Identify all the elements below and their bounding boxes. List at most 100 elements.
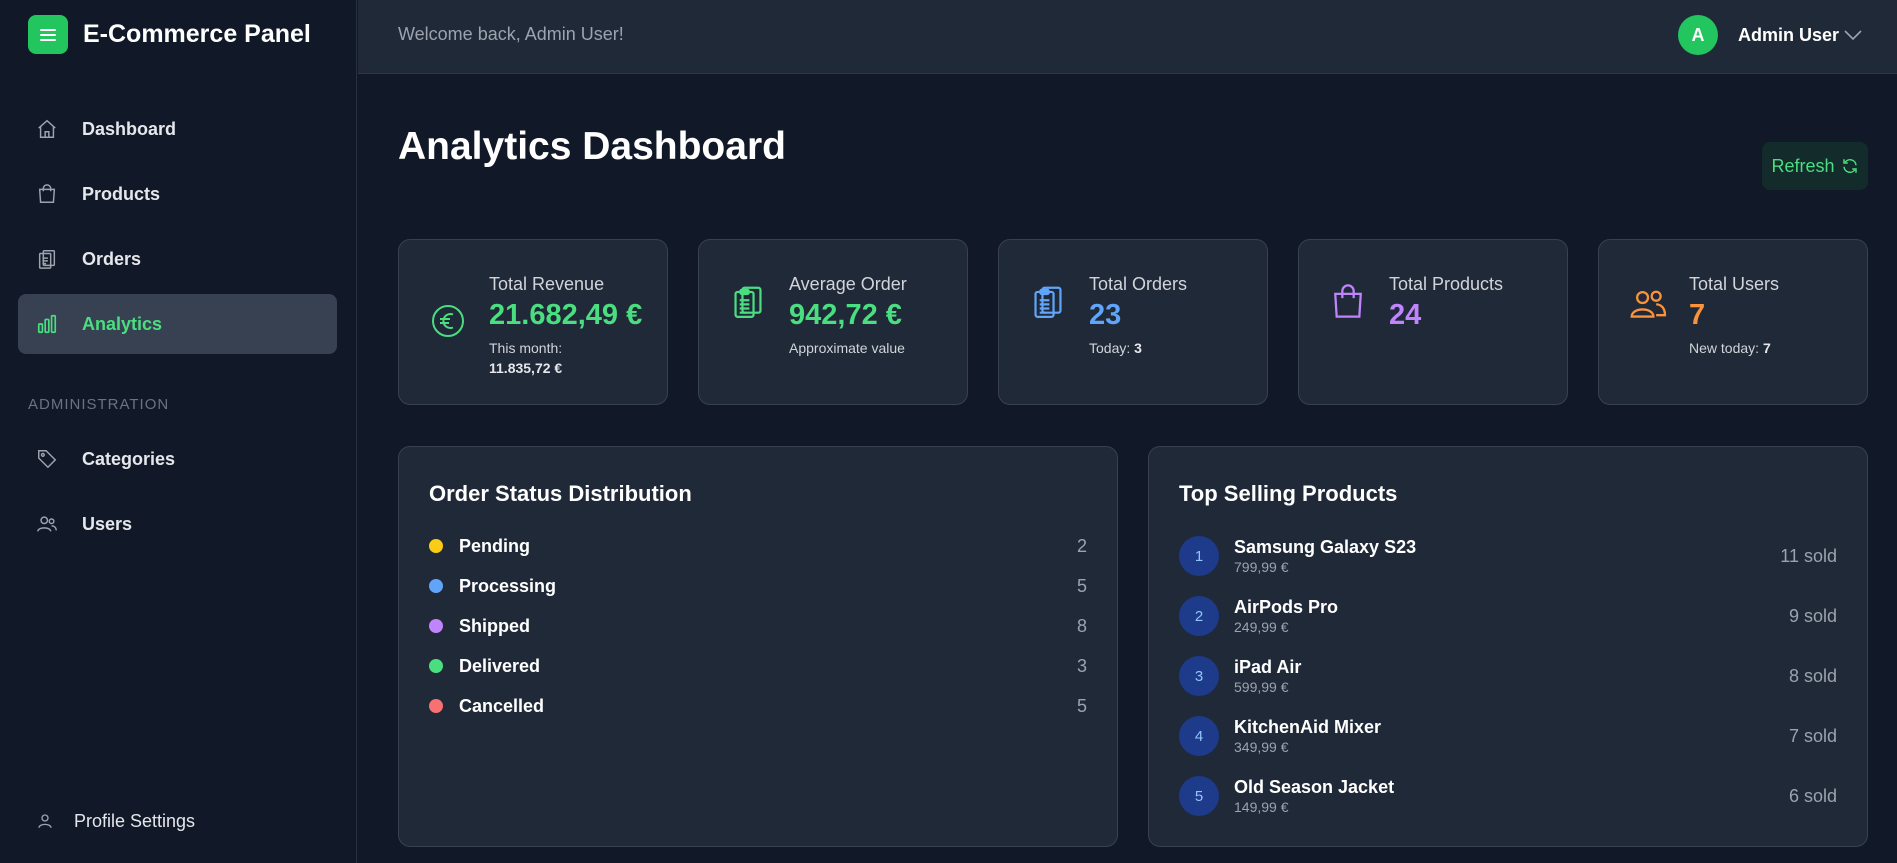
status-dot: [429, 659, 443, 673]
sidebar: E-Commerce Panel Dashboard Products Orde…: [0, 0, 357, 863]
product-info: iPad Air 599,99 €: [1234, 656, 1789, 696]
sidebar-item-label: Categories: [82, 448, 176, 469]
product-name: AirPods Pro: [1234, 597, 1339, 617]
bar-chart-icon: [34, 311, 60, 337]
clipboard-icon: [1029, 284, 1067, 322]
chevron-down-icon: [1843, 29, 1863, 41]
product-price: 349,99 €: [1234, 739, 1289, 755]
euro-icon: [429, 302, 467, 340]
status-row-shipped: Shipped 8: [429, 611, 1087, 641]
status-row-pending: Pending 2: [429, 531, 1087, 561]
sidebar-item-analytics[interactable]: Analytics: [18, 294, 337, 354]
product-name: Old Season Jacket: [1234, 777, 1395, 797]
stat-label: Total Orders: [1089, 274, 1188, 294]
stat-sub-prefix: New today:: [1689, 340, 1760, 356]
profile-settings-link[interactable]: Profile Settings: [34, 810, 195, 832]
product-price: 599,99 €: [1234, 679, 1289, 695]
admin-nav: Categories Users: [18, 429, 337, 559]
rank-badge: 3: [1179, 656, 1219, 696]
top-header: Welcome back, Admin User! A Admin User: [358, 0, 1897, 74]
product-sold: 11 sold: [1780, 545, 1837, 566]
rank-badge: 4: [1179, 716, 1219, 756]
product-row: 2 AirPods Pro 249,99 € 9 sold: [1179, 593, 1837, 639]
profile-settings-label: Profile Settings: [74, 810, 196, 831]
product-price: 249,99 €: [1234, 619, 1289, 635]
stat-value: 942,72 €: [789, 299, 902, 331]
status-row-processing: Processing 5: [429, 571, 1087, 601]
product-info: Samsung Galaxy S23 799,99 €: [1234, 536, 1780, 576]
stat-sub-value: 7: [1762, 340, 1771, 356]
refresh-button[interactable]: Refresh: [1762, 142, 1868, 190]
status-count: 5: [1076, 575, 1087, 596]
rank-badge: 5: [1179, 776, 1219, 816]
sidebar-item-users[interactable]: Users: [18, 494, 337, 554]
product-price: 799,99 €: [1234, 559, 1289, 575]
sidebar-item-label: Dashboard: [82, 118, 177, 139]
stat-sub: Approximate value: [789, 338, 905, 358]
page-title: Analytics Dashboard: [398, 125, 786, 168]
product-info: Old Season Jacket 149,99 €: [1234, 776, 1789, 816]
user-menu[interactable]: A Admin User: [1677, 15, 1863, 55]
status-count: 5: [1076, 695, 1087, 716]
stat-value: 7: [1689, 299, 1706, 331]
product-name: iPad Air: [1234, 657, 1302, 677]
stat-value: 23: [1089, 299, 1122, 331]
section-title-administration: ADMINISTRATION: [28, 396, 170, 413]
product-row: 5 Old Season Jacket 149,99 € 6 sold: [1179, 773, 1837, 819]
stat-label: Average Order: [789, 274, 907, 294]
menu-icon[interactable]: [28, 15, 68, 54]
product-name: Samsung Galaxy S23: [1234, 537, 1417, 557]
shopping-bag-icon: [1329, 282, 1367, 320]
status-dot: [429, 579, 443, 593]
avatar: A: [1677, 15, 1718, 55]
users-icon: [1629, 284, 1667, 322]
status-count: 3: [1076, 655, 1087, 676]
clipboard-icon: [729, 284, 767, 322]
stat-sub: Today: 3: [1089, 338, 1142, 358]
rank-badge: 1: [1179, 536, 1219, 576]
status-count: 8: [1076, 615, 1087, 636]
order-status-panel: Order Status Distribution Pending 2 Proc…: [398, 446, 1118, 847]
sidebar-item-products[interactable]: Products: [18, 164, 337, 224]
refresh-label: Refresh: [1771, 155, 1835, 176]
users-icon: [34, 511, 60, 537]
stat-sub-prefix: This month:: [489, 340, 563, 356]
sidebar-item-label: Analytics: [82, 313, 163, 334]
status-name: Pending: [459, 535, 530, 556]
shopping-bag-icon: [34, 181, 60, 207]
refresh-icon: [1842, 158, 1857, 174]
stat-value: 24: [1389, 299, 1422, 331]
stat-value: 21.682,49 €: [489, 299, 643, 331]
brand-title: E-Commerce Panel: [83, 20, 311, 48]
sidebar-item-categories[interactable]: Categories: [18, 429, 337, 489]
product-info: KitchenAid Mixer 349,99 €: [1234, 716, 1789, 756]
product-info: AirPods Pro 249,99 €: [1234, 596, 1789, 636]
stat-label: Total Users: [1689, 274, 1780, 294]
panel-title: Top Selling Products: [1179, 481, 1398, 506]
stat-card-total-users: Total Users 7 New today: 7: [1598, 239, 1868, 405]
stat-label: Total Products: [1389, 274, 1504, 294]
sidebar-item-label: Products: [82, 183, 161, 204]
sidebar-item-label: Users: [82, 513, 133, 534]
product-row: 1 Samsung Galaxy S23 799,99 € 11 sold: [1179, 533, 1837, 579]
stat-sub-prefix: Today:: [1089, 340, 1131, 356]
product-row: 4 KitchenAid Mixer 349,99 € 7 sold: [1179, 713, 1837, 759]
status-name: Processing: [459, 575, 557, 596]
product-sold: 9 sold: [1788, 605, 1837, 626]
top-products-panel: Top Selling Products 1 Samsung Galaxy S2…: [1148, 446, 1868, 847]
stat-sub-value: 3: [1134, 340, 1142, 356]
status-name: Shipped: [459, 615, 530, 636]
status-row-delivered: Delivered 3: [429, 651, 1087, 681]
status-row-cancelled: Cancelled 5: [429, 691, 1087, 721]
status-dot: [429, 619, 443, 633]
status-dot: [429, 539, 443, 553]
stat-sub: New today: 7: [1689, 338, 1771, 358]
sidebar-item-dashboard[interactable]: Dashboard: [18, 99, 337, 159]
sidebar-item-orders[interactable]: Orders: [18, 229, 337, 289]
user-name: Admin User: [1737, 24, 1839, 45]
welcome-message: Welcome back, Admin User!: [398, 24, 624, 44]
status-name: Cancelled: [459, 695, 545, 716]
panel-title: Order Status Distribution: [429, 481, 692, 506]
product-sold: 8 sold: [1788, 665, 1837, 686]
tag-icon: [34, 446, 60, 472]
